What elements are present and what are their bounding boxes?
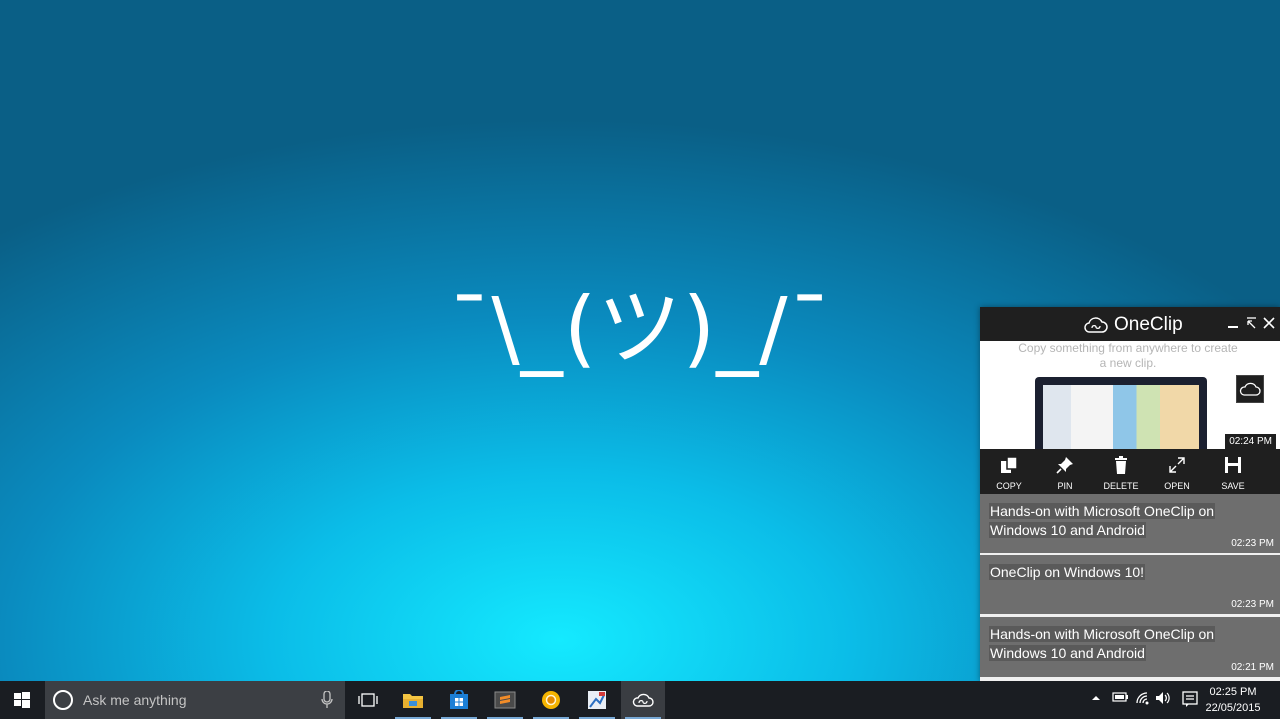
clip-time: 02:23 PM bbox=[1231, 599, 1274, 610]
oneclip-title-group: OneClip bbox=[1084, 314, 1183, 336]
oneclip-icon bbox=[632, 693, 654, 707]
preview-text: Copy something from anywhere to create a… bbox=[1018, 341, 1238, 370]
store-icon bbox=[450, 690, 468, 709]
microphone-icon[interactable] bbox=[321, 691, 333, 709]
clip-text-content: Hands-on with Microsoft OneClip on Windo… bbox=[989, 503, 1216, 538]
clip-time: 02:23 PM bbox=[1231, 538, 1274, 549]
open-button[interactable]: OPEN bbox=[1149, 455, 1205, 491]
volume-icon bbox=[1156, 692, 1170, 704]
device-screen bbox=[1043, 385, 1199, 449]
windows-logo-icon bbox=[14, 692, 30, 708]
chrome-canary-button[interactable] bbox=[529, 681, 573, 719]
folder-icon bbox=[403, 694, 423, 708]
preview-time: 02:24 PM bbox=[1225, 434, 1276, 449]
copy-label: COPY bbox=[996, 481, 1022, 491]
start-button[interactable] bbox=[0, 681, 44, 719]
oneclip-badge-icon bbox=[1236, 375, 1264, 403]
store-button[interactable] bbox=[437, 681, 481, 719]
paint-icon bbox=[588, 691, 606, 709]
pin-icon bbox=[1056, 457, 1073, 474]
system-clock[interactable]: 02:25 PM 22/05/2015 bbox=[1203, 684, 1263, 716]
copy-button[interactable]: COPY bbox=[981, 455, 1037, 491]
oneclip-taskbar-button[interactable] bbox=[621, 681, 665, 719]
cortana-icon bbox=[53, 690, 73, 710]
battery-button[interactable] bbox=[1111, 691, 1129, 709]
minimize-icon bbox=[1228, 326, 1238, 328]
clip-item[interactable]: Hands-on with Microsoft OneClip on Windo… bbox=[980, 494, 1280, 553]
show-hidden-icons-button[interactable] bbox=[1087, 691, 1105, 709]
file-explorer-button[interactable] bbox=[391, 681, 435, 719]
clock-date: 22/05/2015 bbox=[1205, 702, 1261, 714]
save-label: SAVE bbox=[1221, 481, 1245, 491]
clip-time: 02:21 PM bbox=[1231, 662, 1274, 673]
clock-time: 02:25 PM bbox=[1209, 686, 1257, 698]
clip-preview[interactable]: Copy something from anywhere to create a… bbox=[980, 341, 1280, 449]
task-view-icon bbox=[358, 693, 378, 707]
delete-label: DELETE bbox=[1103, 481, 1139, 491]
clip-text: Hands-on with Microsoft OneClip on Windo… bbox=[989, 625, 1227, 663]
search-input[interactable]: Ask me anything bbox=[83, 692, 187, 708]
wifi-icon bbox=[1136, 692, 1149, 705]
expand-icon bbox=[1169, 457, 1185, 473]
chrome-canary-icon bbox=[542, 691, 560, 709]
cortana-search-box[interactable]: Ask me anything bbox=[45, 681, 345, 719]
oneclip-title: OneClip bbox=[1114, 314, 1183, 335]
pin-button[interactable]: PIN bbox=[1037, 455, 1093, 491]
battery-icon bbox=[1112, 692, 1128, 702]
close-icon bbox=[1263, 317, 1275, 329]
clip-action-bar: COPY PIN DELETE OPEN SAVE bbox=[980, 449, 1280, 497]
network-button[interactable] bbox=[1134, 691, 1152, 709]
delete-button[interactable]: DELETE bbox=[1093, 455, 1149, 491]
volume-button[interactable] bbox=[1155, 691, 1173, 709]
copy-icon bbox=[1001, 456, 1018, 473]
oneclip-window: OneClip Copy something from anywhere to … bbox=[980, 307, 1280, 681]
pin-label: PIN bbox=[1057, 481, 1073, 491]
clip-item[interactable]: Hands-on with Microsoft OneClip on Windo… bbox=[980, 617, 1280, 677]
restore-button[interactable] bbox=[1242, 315, 1260, 333]
cloud-clip-icon bbox=[1084, 317, 1108, 333]
restore-icon bbox=[1247, 317, 1256, 329]
paint-button[interactable] bbox=[575, 681, 619, 719]
chevron-up-icon bbox=[1092, 696, 1100, 700]
open-label: OPEN bbox=[1164, 481, 1190, 491]
sublime-text-button[interactable] bbox=[483, 681, 527, 719]
clip-text-content: Hands-on with Microsoft OneClip on Windo… bbox=[989, 626, 1216, 661]
action-center-icon bbox=[1182, 691, 1198, 707]
action-center-button[interactable] bbox=[1181, 691, 1199, 709]
task-view-button[interactable] bbox=[346, 681, 390, 719]
save-icon bbox=[1225, 457, 1241, 473]
sublime-icon bbox=[494, 691, 516, 709]
close-button[interactable] bbox=[1260, 315, 1278, 333]
clip-text: OneClip on Windows 10! bbox=[989, 563, 1227, 582]
minimize-button[interactable] bbox=[1224, 315, 1242, 333]
oneclip-titlebar[interactable]: OneClip bbox=[980, 307, 1280, 341]
save-button[interactable]: SAVE bbox=[1205, 455, 1261, 491]
device-image bbox=[1035, 377, 1207, 449]
clip-text: Hands-on with Microsoft OneClip on Windo… bbox=[989, 502, 1227, 540]
clip-item[interactable]: OneClip on Windows 10! 02:23 PM bbox=[980, 555, 1280, 614]
clip-text-content: OneClip on Windows 10! bbox=[989, 564, 1146, 580]
taskbar: Ask me anything 02:25 PM 22/05/2015 bbox=[0, 681, 1280, 719]
trash-icon bbox=[1115, 456, 1127, 474]
